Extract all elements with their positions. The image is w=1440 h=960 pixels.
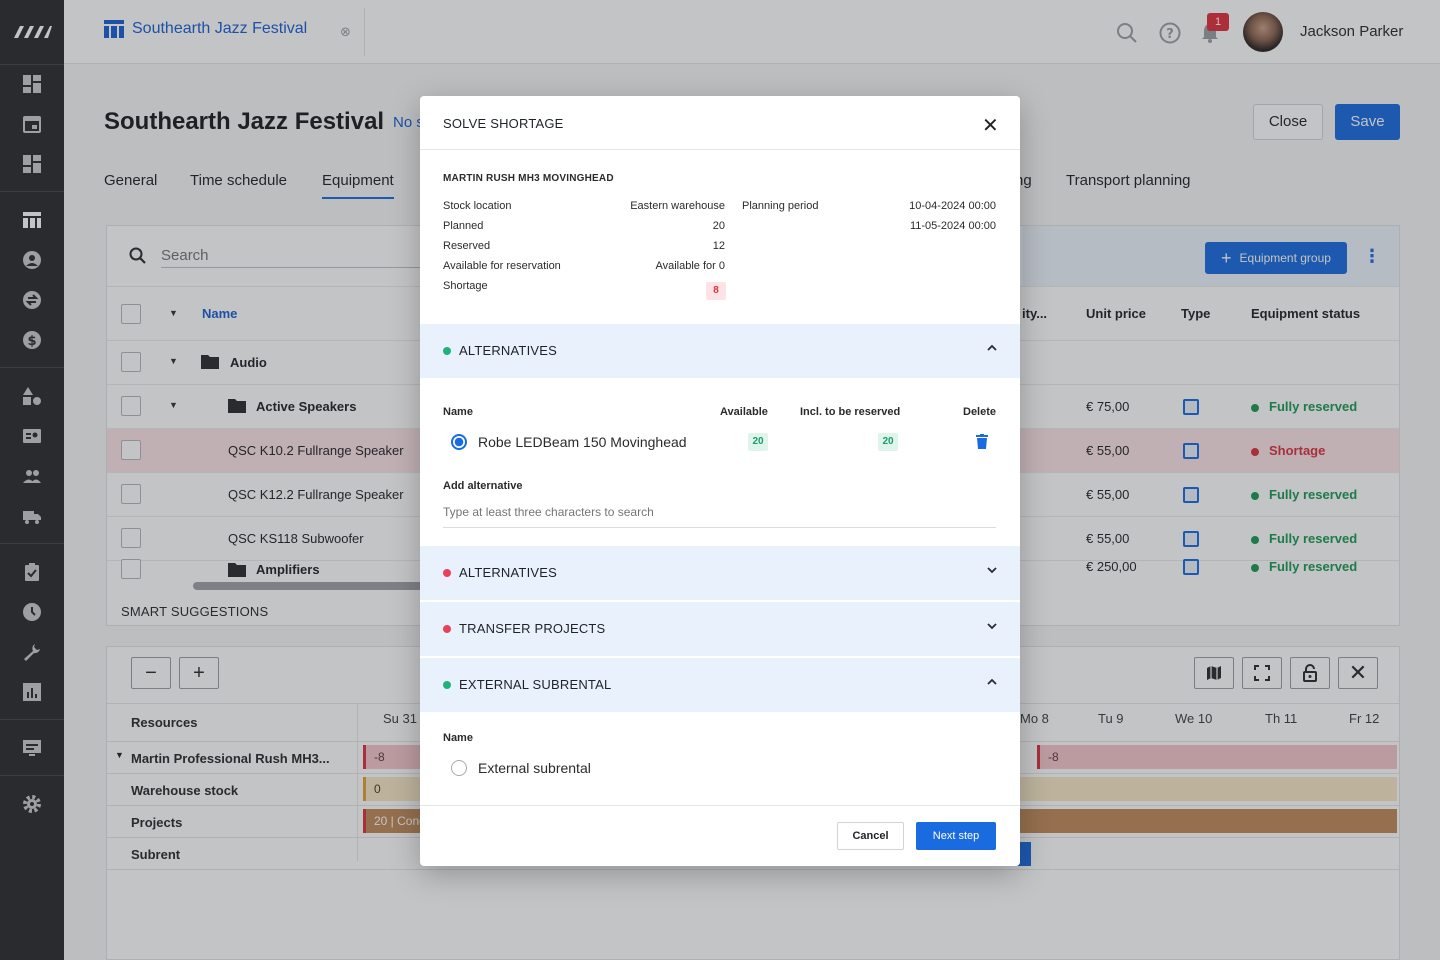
planned-value: 20 [712, 220, 725, 232]
alt-col-incl: Incl. to be reserved [800, 406, 901, 418]
chevron-down-icon[interactable] [986, 619, 998, 633]
cancel-button[interactable]: Cancel [837, 822, 904, 850]
status-dot [443, 625, 451, 633]
subrental-option: External subrental [478, 760, 591, 776]
chevron-up-icon[interactable] [986, 341, 998, 355]
section-label: ALTERNATIVES [459, 343, 557, 358]
shortage-badge: 8 [706, 282, 726, 300]
delete-icon[interactable] [976, 434, 988, 452]
solve-shortage-modal: SOLVE SHORTAGE ✕ MARTIN RUSH MH3 MOVINGH… [420, 96, 1020, 866]
incl-badge: 20 [878, 433, 898, 451]
stock-location-label: Stock location [443, 200, 512, 212]
item-title: MARTIN RUSH MH3 MOVINGHEAD [443, 173, 614, 184]
alt-col-available: Available [720, 406, 768, 418]
chevron-up-icon[interactable] [986, 675, 998, 689]
planning-period-label: Planning period [742, 200, 819, 212]
available-label: Available for reservation [443, 260, 561, 272]
shortage-label: Shortage [443, 280, 488, 292]
status-dot [443, 569, 451, 577]
planned-label: Planned [443, 220, 484, 232]
alt-col-name: Name [443, 406, 473, 418]
next-step-button[interactable]: Next step [916, 822, 996, 850]
section-label: TRANSFER PROJECTS [459, 621, 606, 636]
external-subrental-section-header[interactable]: EXTERNAL SUBRENTAL [420, 658, 1020, 712]
alt-col-delete: Delete [963, 406, 997, 418]
alternative-name: Robe LEDBeam 150 Movinghead [478, 434, 687, 450]
modal-header: SOLVE SHORTAGE ✕ [420, 96, 1020, 150]
add-alternative-input[interactable] [443, 502, 996, 528]
reserved-value: 12 [712, 240, 725, 252]
section-label: ALTERNATIVES [459, 565, 557, 580]
available-badge: 20 [748, 433, 768, 451]
subrental-col-name: Name [443, 732, 473, 744]
transfer-projects-section-header[interactable]: TRANSFER PROJECTS [420, 602, 1020, 656]
modal-title: SOLVE SHORTAGE [443, 116, 564, 131]
stock-location-value: Eastern warehouse [630, 200, 725, 212]
modal-footer: Cancel Next step [420, 805, 1020, 866]
subrental-radio[interactable] [451, 760, 467, 776]
period-start: 10-04-2024 00:00 [909, 200, 996, 212]
status-dot [443, 681, 451, 689]
alternatives-section-header[interactable]: ALTERNATIVES [420, 324, 1020, 378]
alternatives-section-header-2[interactable]: ALTERNATIVES [420, 546, 1020, 600]
available-value: Available for 0 [655, 260, 725, 272]
section-label: EXTERNAL SUBRENTAL [459, 677, 612, 692]
add-alternative-label: Add alternative [443, 480, 523, 492]
chevron-down-icon[interactable] [986, 563, 998, 577]
reserved-label: Reserved [443, 240, 491, 252]
close-icon[interactable]: ✕ [982, 113, 999, 138]
status-dot [443, 347, 451, 355]
period-end: 11-05-2024 00:00 [909, 220, 996, 232]
alternative-radio[interactable] [451, 434, 467, 450]
